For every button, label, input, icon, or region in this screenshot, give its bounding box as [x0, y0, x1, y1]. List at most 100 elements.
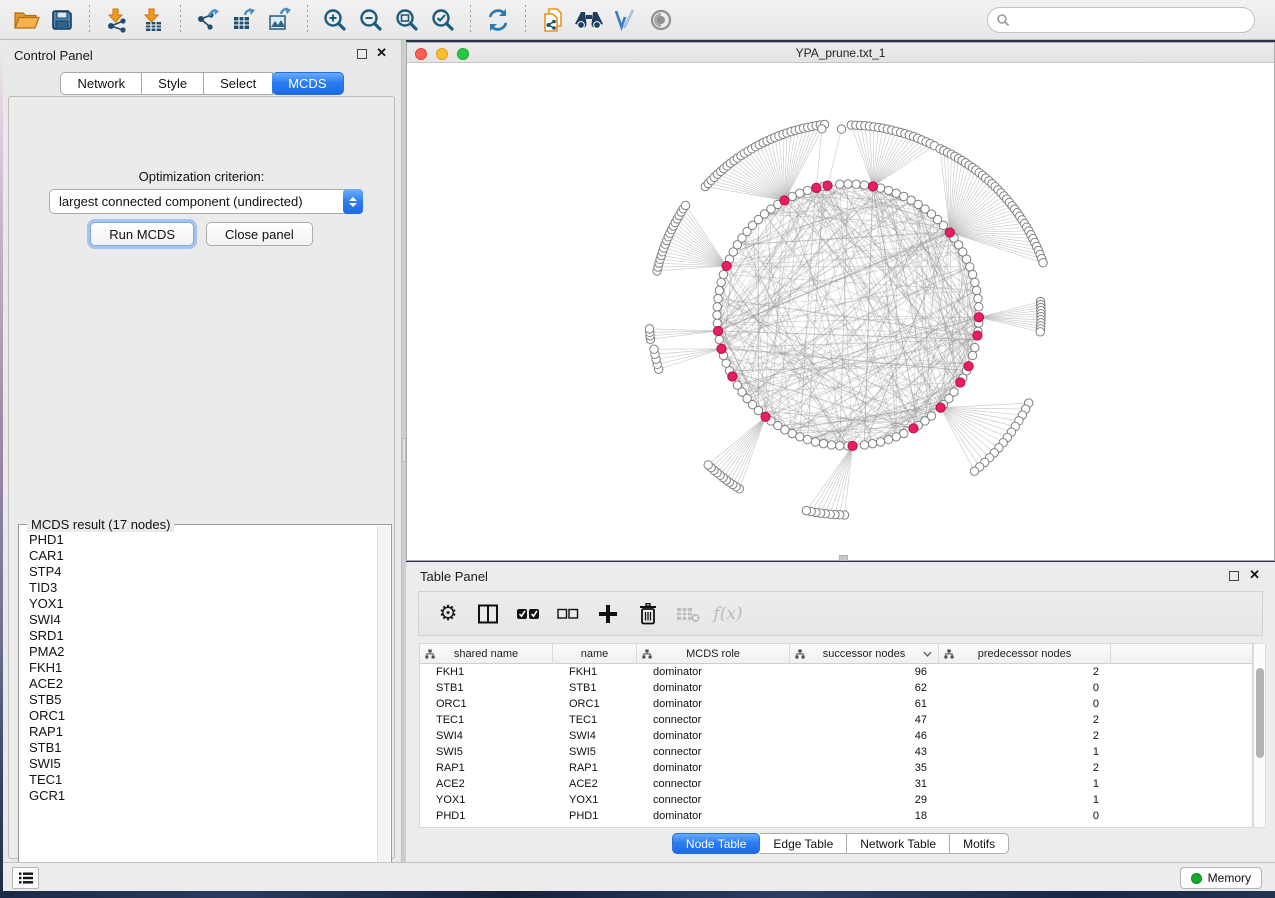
search-network-icon[interactable]	[571, 4, 607, 36]
table-row[interactable]: TEC1TEC1connector472	[420, 712, 1252, 728]
table-options-icon[interactable]: ⚙	[433, 599, 463, 629]
close-panel-button[interactable]: Close panel	[206, 222, 313, 246]
close-panel-icon[interactable]: ✕	[1249, 568, 1260, 582]
table-row[interactable]: RAP1RAP1dominator352	[420, 760, 1252, 776]
table-row[interactable]: ORC1ORC1dominator610	[420, 696, 1252, 712]
network-titlebar[interactable]: YPA_prune.txt_1	[407, 43, 1274, 63]
zoom-fit-icon[interactable]	[389, 4, 425, 36]
network-search-field[interactable]	[987, 7, 1255, 33]
table-cell: TEC1	[420, 712, 553, 728]
export-table-icon[interactable]	[226, 4, 262, 36]
memory-button[interactable]: Memory	[1180, 867, 1262, 889]
tab-motifs[interactable]: Motifs	[950, 833, 1009, 854]
table-cell: 61	[790, 696, 939, 712]
column-header-successor-nodes[interactable]: successor nodes	[790, 644, 939, 664]
list-item[interactable]: SRD1	[29, 628, 377, 644]
list-item[interactable]: STB5	[29, 692, 377, 708]
tab-select[interactable]: Select	[204, 72, 273, 95]
close-panel-icon[interactable]: ✕	[376, 46, 387, 60]
column-header-mcds-role[interactable]: MCDS role	[637, 644, 790, 664]
table-cell: YOX1	[553, 792, 637, 808]
list-item[interactable]: STP4	[29, 564, 377, 580]
table-row[interactable]: YOX1YOX1connector291	[420, 792, 1252, 808]
table-row[interactable]: ACE2ACE2connector311	[420, 776, 1252, 792]
list-item[interactable]: PMA2	[29, 644, 377, 660]
list-item[interactable]: STB1	[29, 740, 377, 756]
mcds-list-scrollbar[interactable]	[377, 526, 390, 894]
save-icon[interactable]	[44, 4, 80, 36]
scrollbar-thumb[interactable]	[1256, 668, 1264, 758]
task-history-icon[interactable]	[12, 867, 39, 889]
zoom-selected-icon[interactable]	[425, 4, 461, 36]
column-header-name[interactable]: name	[553, 644, 637, 664]
table-cell: connector	[637, 776, 790, 792]
tab-style[interactable]: Style	[142, 72, 204, 95]
table-row[interactable]: FKH1FKH1dominator962	[420, 664, 1252, 680]
list-item[interactable]: YOX1	[29, 596, 377, 612]
table-header-row: shared namenameMCDS rolesuccessor nodesp…	[420, 644, 1252, 664]
criterion-dropdown[interactable]: largest connected component (undirected)	[49, 189, 363, 214]
zoom-in-icon[interactable]	[317, 4, 353, 36]
table-cell: 96	[790, 664, 939, 680]
show-hide-icon[interactable]	[643, 4, 679, 36]
network-title: YPA_prune.txt_1	[407, 46, 1274, 60]
table-row[interactable]: SWI5SWI5connector431	[420, 744, 1252, 760]
list-item[interactable]: TID3	[29, 580, 377, 596]
list-item[interactable]: GCR1	[29, 788, 377, 804]
table-cell: 47	[790, 712, 939, 728]
open-file-icon[interactable]	[8, 4, 44, 36]
list-item[interactable]: PHD1	[29, 532, 377, 548]
graphics-details-icon[interactable]	[607, 4, 643, 36]
add-column-icon[interactable]	[593, 599, 623, 629]
list-item[interactable]: TEC1	[29, 772, 377, 788]
table-cell: connector	[637, 744, 790, 760]
export-image-icon[interactable]	[262, 4, 298, 36]
zoom-out-icon[interactable]	[353, 4, 389, 36]
table-cell: dominator	[637, 680, 790, 696]
table-cell: STB1	[420, 680, 553, 696]
refresh-view-icon[interactable]	[480, 4, 516, 36]
export-network-icon[interactable]	[190, 4, 226, 36]
list-item[interactable]: SWI4	[29, 612, 377, 628]
table-cell: 62	[790, 680, 939, 696]
tab-network-table[interactable]: Network Table	[847, 833, 950, 854]
toolbar-separator	[525, 5, 526, 35]
tab-node-table[interactable]: Node Table	[672, 833, 761, 854]
import-table-icon[interactable]	[135, 4, 171, 36]
list-item[interactable]: CAR1	[29, 548, 377, 564]
table-cell: 2	[939, 712, 1111, 728]
list-item[interactable]: FKH1	[29, 660, 377, 676]
horizontal-divider-grip[interactable]	[839, 555, 848, 561]
column-header-predecessor-nodes[interactable]: predecessor nodes	[939, 644, 1111, 664]
list-item[interactable]: RAP1	[29, 724, 377, 740]
table-cell: dominator	[637, 728, 790, 744]
tab-edge-table[interactable]: Edge Table	[760, 833, 847, 854]
float-panel-icon[interactable]	[357, 49, 367, 59]
list-item[interactable]: ACE2	[29, 676, 377, 692]
run-mcds-button[interactable]: Run MCDS	[90, 222, 194, 246]
table-toolbar: ⚙ f(x)	[418, 591, 1263, 636]
table-row[interactable]: STB1STB1dominator620	[420, 680, 1252, 696]
float-panel-icon[interactable]	[1229, 571, 1239, 581]
table-scrollbar[interactable]	[1253, 643, 1266, 828]
column-header-shared-name[interactable]: shared name	[420, 644, 553, 664]
criterion-value: largest connected component (undirected)	[50, 194, 343, 209]
node-table: shared namenameMCDS rolesuccessor nodesp…	[419, 643, 1253, 828]
tab-network[interactable]: Network	[60, 72, 142, 95]
list-item[interactable]: ORC1	[29, 708, 377, 724]
table-row[interactable]: SWI4SWI4dominator462	[420, 728, 1252, 744]
memory-label: Memory	[1208, 871, 1251, 885]
show-columns-icon[interactable]	[473, 599, 503, 629]
search-input[interactable]	[1010, 10, 1254, 30]
tab-mcds[interactable]: MCDS	[272, 72, 343, 95]
network-canvas[interactable]	[407, 63, 1274, 560]
select-all-icon[interactable]	[513, 599, 543, 629]
list-item[interactable]: SWI5	[29, 756, 377, 772]
optimization-criterion-label: Optimization criterion:	[9, 169, 394, 184]
deselect-all-icon[interactable]	[553, 599, 583, 629]
import-network-icon[interactable]	[99, 4, 135, 36]
table-cell: 1	[939, 776, 1111, 792]
delete-column-icon[interactable]	[633, 599, 663, 629]
table-row[interactable]: PHD1PHD1dominator180	[420, 808, 1252, 824]
clone-network-icon[interactable]	[535, 4, 571, 36]
